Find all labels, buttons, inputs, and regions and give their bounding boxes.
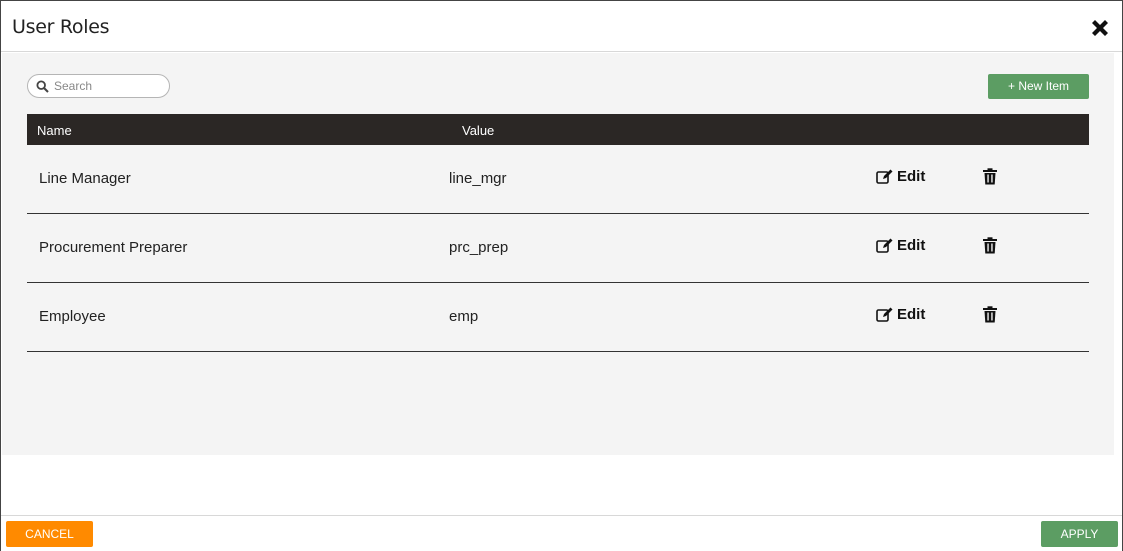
trash-icon[interactable] [982,306,998,323]
edit-icon [876,238,893,253]
edit-icon [876,307,893,322]
edit-button[interactable]: Edit [876,306,925,323]
table-row: Employee emp Edit [27,283,1089,352]
edit-button[interactable]: Edit [876,237,925,254]
dialog-footer: CANCEL APPLY [1,515,1122,551]
edit-label: Edit [897,237,926,254]
role-name: Line Manager [39,170,131,187]
table-header: Name Value [27,114,1089,145]
dialog-content: + New Item Name Value Line Manager line_… [2,53,1114,455]
role-name: Procurement Preparer [39,239,188,256]
role-value: line_mgr [449,170,507,187]
search-input[interactable] [54,77,164,95]
dialog-header: User Roles [1,1,1122,52]
role-name: Employee [39,308,106,325]
edit-button[interactable]: Edit [876,168,925,185]
trash-icon[interactable] [982,168,998,185]
search-icon [36,80,49,93]
role-value: prc_prep [449,239,509,256]
search-box[interactable] [27,74,170,98]
table-row: Procurement Preparer prc_prep Edit [27,214,1089,283]
edit-label: Edit [897,306,926,323]
edit-icon [876,169,893,184]
role-value: emp [449,308,479,325]
edit-label: Edit [897,168,926,185]
apply-button[interactable]: APPLY [1041,521,1118,547]
table-row: Line Manager line_mgr Edit [27,145,1089,214]
dialog-title: User Roles [12,16,110,38]
column-header-name: Name [37,123,72,138]
close-icon[interactable] [1088,16,1112,40]
roles-table: Name Value Line Manager line_mgr Edit Pr… [27,114,1089,352]
trash-icon[interactable] [982,237,998,254]
column-header-value: Value [462,123,495,138]
cancel-button[interactable]: CANCEL [6,521,93,547]
new-item-button[interactable]: + New Item [988,74,1089,99]
user-roles-dialog: User Roles + New Item Name Value Line Ma… [0,0,1123,551]
